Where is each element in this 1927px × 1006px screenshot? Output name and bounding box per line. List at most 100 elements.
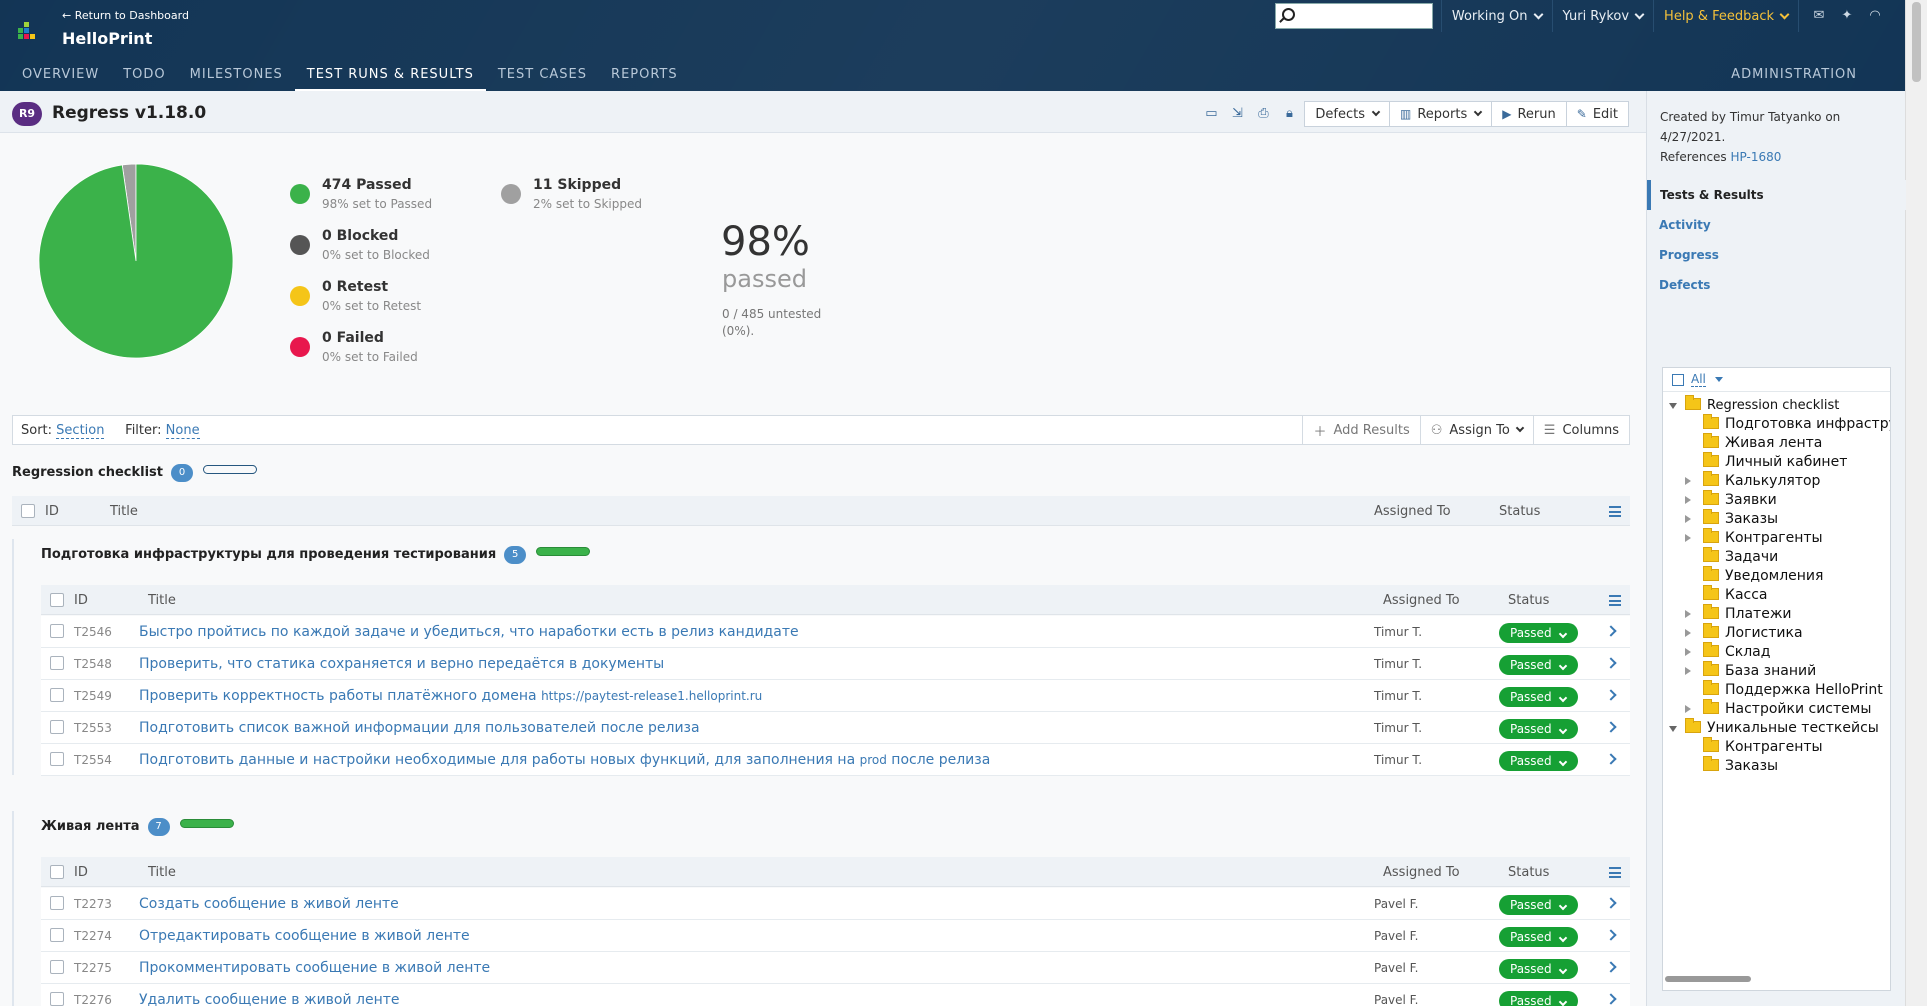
table-row[interactable]: T2554 Подготовить данные и настройки необ…: [41, 744, 1630, 776]
chevron-right-icon[interactable]: [1605, 929, 1617, 941]
collapse-triangle-icon[interactable]: [1669, 726, 1677, 732]
table-row[interactable]: T2548 Проверить, что статика сохраняется …: [41, 648, 1630, 680]
rerun-button[interactable]: ▶ Rerun: [1491, 101, 1567, 127]
column-options-icon[interactable]: [1609, 506, 1621, 517]
sort-link[interactable]: Section: [56, 423, 105, 439]
export-icon[interactable]: ⇲: [1227, 104, 1247, 124]
scrollbar-thumb[interactable]: [1912, 2, 1921, 82]
comment-icon[interactable]: ▭: [1201, 104, 1221, 124]
tab-test-cases[interactable]: TEST CASES: [486, 64, 599, 92]
tree-node[interactable]: Личный кабинет: [1703, 452, 1847, 472]
search-input[interactable]: [1303, 4, 1424, 28]
lock-icon[interactable]: 🔒︎: [1279, 104, 1299, 124]
row-checkbox[interactable]: [50, 720, 64, 734]
test-title-link[interactable]: Быстро пройтись по каждой задаче и убеди…: [139, 624, 799, 640]
test-title-link[interactable]: Подготовить данные и настройки необходим…: [139, 752, 990, 768]
expand-triangle-icon[interactable]: [1685, 534, 1691, 542]
table-row[interactable]: T2274 Отредактировать сообщение в живой л…: [41, 920, 1630, 952]
tree-node[interactable]: Заказы: [1703, 509, 1778, 529]
col-assigned[interactable]: Assigned To: [1383, 593, 1460, 608]
row-checkbox[interactable]: [50, 896, 64, 910]
tree-filter-link[interactable]: All: [1691, 373, 1706, 387]
tree-node[interactable]: Поддержка HelloPrint: [1703, 680, 1883, 700]
tree-node[interactable]: Заявки: [1703, 490, 1777, 510]
table-row[interactable]: T2546 Быстро пройтись по каждой задаче и …: [41, 616, 1630, 648]
test-title-link[interactable]: Проверить, что статика сохраняется и вер…: [139, 656, 664, 672]
expand-triangle-icon[interactable]: [1685, 667, 1691, 675]
sidebar-item-activity[interactable]: Activity: [1647, 210, 1906, 240]
tree-node[interactable]: Уведомления: [1703, 566, 1823, 586]
row-checkbox[interactable]: [50, 992, 64, 1006]
select-all-checkbox[interactable]: [50, 593, 64, 607]
table-row[interactable]: T2553 Подготовить список важной информаци…: [41, 712, 1630, 744]
row-checkbox[interactable]: [50, 960, 64, 974]
tree-node[interactable]: Заказы: [1703, 756, 1778, 776]
col-status[interactable]: Status: [1499, 504, 1540, 519]
sidebar-item-progress[interactable]: Progress: [1647, 240, 1906, 270]
status-dropdown[interactable]: Passed: [1499, 927, 1578, 947]
tree-node[interactable]: Regression checklist: [1685, 395, 1839, 415]
chevron-right-icon[interactable]: [1605, 657, 1617, 669]
test-title-link[interactable]: Удалить сообщение в живой ленте: [139, 992, 400, 1006]
expand-triangle-icon[interactable]: [1685, 629, 1691, 637]
row-checkbox[interactable]: [50, 656, 64, 670]
tab-milestones[interactable]: MILESTONES: [178, 64, 295, 92]
status-dropdown[interactable]: Passed: [1499, 991, 1578, 1006]
chevron-right-icon[interactable]: [1605, 625, 1617, 637]
col-title[interactable]: Title: [148, 865, 176, 880]
col-status[interactable]: Status: [1508, 593, 1549, 608]
status-dropdown[interactable]: Passed: [1499, 959, 1578, 979]
working-on-menu[interactable]: Working On: [1440, 0, 1552, 32]
chevron-right-icon[interactable]: [1605, 689, 1617, 701]
search-box[interactable]: [1274, 3, 1433, 29]
column-options-icon[interactable]: [1609, 595, 1621, 606]
tree-node[interactable]: Подготовка инфраструктуры: [1703, 414, 1890, 434]
chevron-right-icon[interactable]: [1605, 721, 1617, 733]
column-options-icon[interactable]: [1609, 867, 1621, 878]
expand-triangle-icon[interactable]: [1685, 610, 1691, 618]
tree-node[interactable]: Контрагенты: [1703, 737, 1823, 757]
tree-node[interactable]: Калькулятор: [1703, 471, 1820, 491]
status-dropdown[interactable]: Passed: [1499, 687, 1578, 707]
chevron-right-icon[interactable]: [1605, 753, 1617, 765]
tab-test-runs-results[interactable]: TEST RUNS & RESULTS: [294, 64, 486, 92]
status-dropdown[interactable]: Passed: [1499, 623, 1578, 643]
col-id[interactable]: ID: [45, 504, 59, 519]
select-all-checkbox[interactable]: [50, 865, 64, 879]
sidebar-item-tests-results[interactable]: Tests & Results: [1647, 180, 1906, 210]
tree-horizontal-scrollbar[interactable]: [1665, 976, 1751, 982]
user-menu[interactable]: Yuri Rykov: [1551, 0, 1654, 32]
col-id[interactable]: ID: [74, 865, 88, 880]
filter-link[interactable]: None: [165, 423, 200, 439]
test-title-link[interactable]: Проверить корректность работы платёжного…: [139, 688, 762, 704]
testrail-logo-icon[interactable]: [18, 22, 38, 44]
test-title-link[interactable]: Отредактировать сообщение в живой ленте: [139, 928, 470, 944]
tree-node[interactable]: Задачи: [1703, 547, 1778, 567]
sidebar-item-defects[interactable]: Defects: [1647, 270, 1906, 300]
status-dropdown[interactable]: Passed: [1499, 895, 1578, 915]
test-title-link[interactable]: Подготовить список важной информации для…: [139, 720, 700, 736]
reference-link[interactable]: HP-1680: [1731, 150, 1782, 164]
tab-administration[interactable]: ADMINISTRATION: [1731, 67, 1857, 82]
expand-triangle-icon[interactable]: [1685, 648, 1691, 656]
tree-node[interactable]: Настройки системы: [1703, 699, 1871, 719]
status-dropdown[interactable]: Passed: [1499, 655, 1578, 675]
tab-reports[interactable]: REPORTS: [599, 64, 690, 92]
expand-triangle-icon[interactable]: [1685, 477, 1691, 485]
mail-icon[interactable]: ✉: [1811, 9, 1827, 23]
defects-button[interactable]: Defects: [1304, 101, 1391, 127]
reports-button[interactable]: ▥ Reports: [1389, 101, 1493, 127]
tree-node[interactable]: Живая лента: [1703, 433, 1822, 453]
print-icon[interactable]: ⎙: [1253, 104, 1273, 124]
expand-triangle-icon[interactable]: [1685, 705, 1691, 713]
tree-node[interactable]: Касса: [1703, 585, 1768, 605]
chevron-right-icon[interactable]: [1605, 897, 1617, 909]
tree-node[interactable]: Контрагенты: [1703, 528, 1823, 548]
tree-node[interactable]: Уникальные тесткейсы: [1685, 718, 1879, 738]
table-row[interactable]: T2549 Проверить корректность работы платё…: [41, 680, 1630, 712]
collapse-triangle-icon[interactable]: [1669, 403, 1677, 409]
return-to-dashboard-link[interactable]: ← Return to Dashboard: [62, 9, 189, 22]
tree-node[interactable]: Логистика: [1703, 623, 1803, 643]
columns-button[interactable]: ☰ Columns: [1532, 416, 1629, 444]
row-checkbox[interactable]: [50, 688, 64, 702]
